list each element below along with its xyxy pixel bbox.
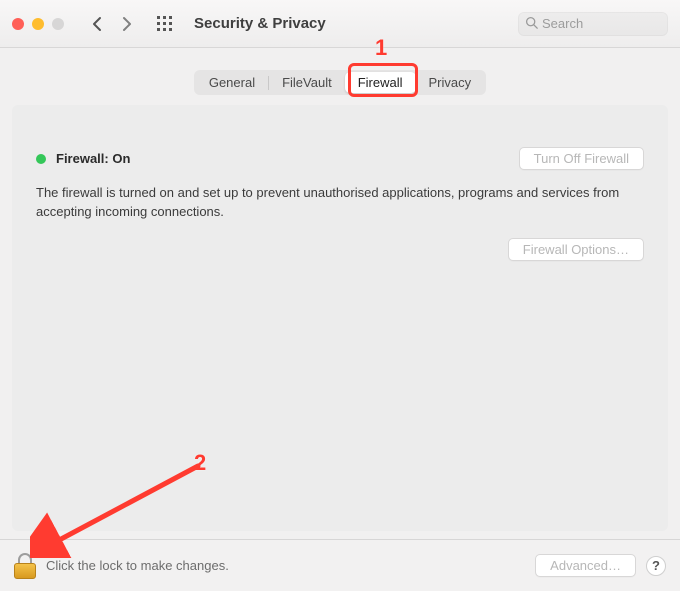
tab-filevault[interactable]: FileVault	[269, 72, 345, 93]
zoom-window-button[interactable]	[52, 18, 64, 30]
search-icon	[525, 16, 538, 32]
content-panel: Firewall: On Turn Off Firewall The firew…	[12, 105, 668, 531]
search-input[interactable]	[542, 16, 661, 31]
window-title: Security & Privacy	[194, 15, 326, 32]
nav-buttons	[88, 15, 136, 33]
forward-button[interactable]	[118, 15, 136, 33]
advanced-button[interactable]: Advanced…	[535, 554, 636, 577]
tab-general[interactable]: General	[196, 72, 268, 93]
status-indicator-icon	[36, 154, 46, 164]
annotation-number-2: 2	[194, 450, 206, 476]
tab-bar: General FileVault Firewall Privacy 1	[0, 48, 680, 95]
tab-privacy[interactable]: Privacy	[416, 72, 485, 93]
back-button[interactable]	[88, 15, 106, 33]
firewall-status-label: Firewall: On	[56, 151, 130, 166]
turn-off-firewall-button[interactable]: Turn Off Firewall	[519, 147, 644, 170]
annotation-number-1: 1	[375, 35, 387, 61]
bottom-bar: Click the lock to make changes. Advanced…	[0, 539, 680, 591]
lock-hint-text: Click the lock to make changes.	[46, 558, 229, 573]
tab-firewall[interactable]: Firewall	[345, 72, 416, 93]
show-all-prefs-button[interactable]	[156, 15, 174, 33]
lock-icon[interactable]	[14, 553, 36, 579]
segmented-control: General FileVault Firewall Privacy	[194, 70, 486, 95]
window-titlebar: Security & Privacy	[0, 0, 680, 48]
help-button[interactable]: ?	[646, 556, 666, 576]
firewall-description: The firewall is turned on and set up to …	[36, 184, 636, 222]
firewall-status-row: Firewall: On Turn Off Firewall	[36, 147, 644, 170]
firewall-options-button[interactable]: Firewall Options…	[508, 238, 644, 261]
window-controls	[12, 18, 70, 30]
search-field[interactable]	[518, 12, 668, 36]
close-window-button[interactable]	[12, 18, 24, 30]
minimize-window-button[interactable]	[32, 18, 44, 30]
